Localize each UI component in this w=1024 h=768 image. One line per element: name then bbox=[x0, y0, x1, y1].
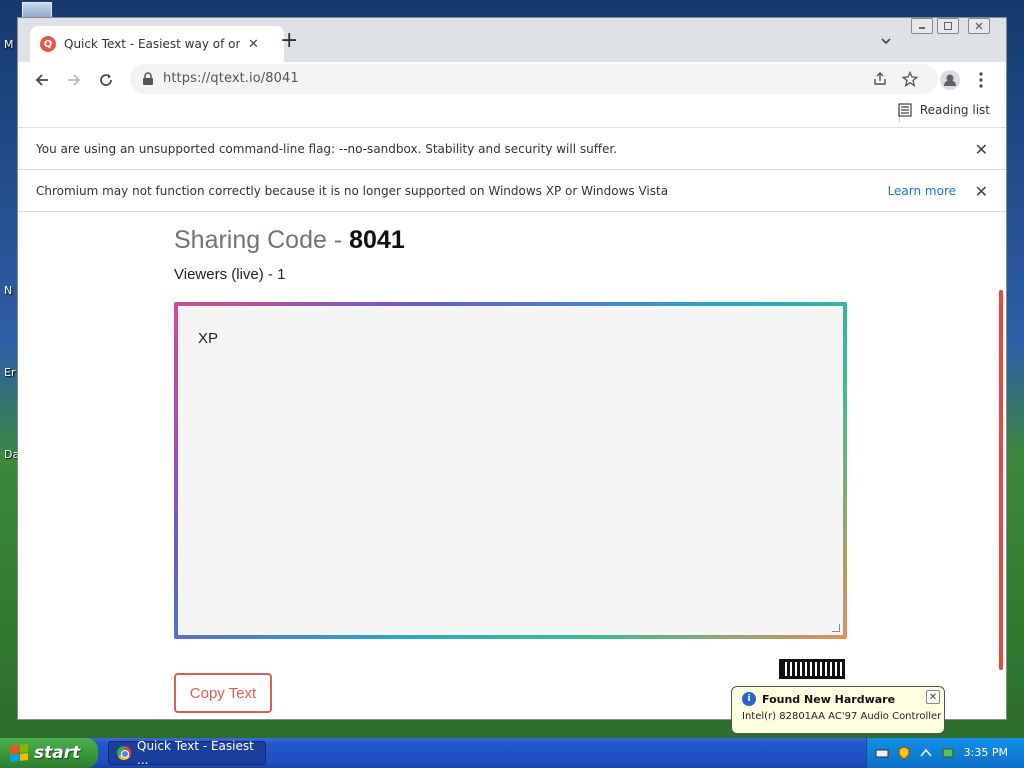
reload-icon bbox=[100, 74, 112, 86]
restore-button[interactable] bbox=[937, 18, 959, 34]
page-scrollbar[interactable] bbox=[999, 290, 1003, 670]
quick-text-favicon-icon: Q bbox=[40, 36, 56, 52]
tab-strip: Q Quick Text - Easiest way of online tex… bbox=[18, 18, 1006, 62]
infobar-xp-close-icon[interactable]: ✕ bbox=[975, 182, 988, 201]
network-icon[interactable] bbox=[919, 746, 933, 760]
minimize-icon bbox=[919, 27, 925, 29]
back-button[interactable] bbox=[30, 68, 54, 92]
reading-list-icon bbox=[898, 103, 912, 117]
windows-flag-icon bbox=[10, 744, 28, 762]
sharing-code-label: Sharing Code - bbox=[174, 226, 350, 254]
editor-text: XP bbox=[198, 330, 219, 347]
tab-close-icon[interactable]: ✕ bbox=[248, 37, 259, 52]
infobar-xp-text: Chromium may not function correctly beca… bbox=[36, 183, 669, 198]
desktop-label-1[interactable]: M bbox=[4, 38, 14, 51]
sharing-code-value: 8041 bbox=[349, 226, 405, 254]
balloon-close-icon[interactable]: ✕ bbox=[926, 690, 940, 704]
browser-toolbar: https://qtext.io/8041 bbox=[18, 62, 1006, 98]
system-tray: 3:35 PM bbox=[866, 738, 1024, 768]
taskbar-item-label: Quick Text - Easiest ... bbox=[137, 739, 254, 767]
share-icon[interactable] bbox=[872, 71, 888, 87]
taskbar-clock[interactable]: 3:35 PM bbox=[964, 746, 1008, 759]
reading-list-button[interactable]: Reading list bbox=[898, 103, 990, 117]
hardware-icon[interactable] bbox=[941, 746, 955, 760]
qr-code-icon[interactable] bbox=[779, 659, 845, 679]
taskbar: start Quick Text - Easiest ... 3:35 PM bbox=[0, 738, 1024, 768]
tab-title: Quick Text - Easiest way of online text … bbox=[64, 37, 240, 51]
desktop-label-3[interactable]: Er bbox=[4, 366, 15, 379]
security-shield-icon[interactable] bbox=[897, 746, 911, 760]
keyboard-icon[interactable] bbox=[875, 746, 889, 760]
restore-icon bbox=[944, 22, 952, 30]
new-tab-button[interactable]: + bbox=[280, 30, 298, 52]
info-icon: i bbox=[742, 692, 756, 706]
bookmark-star-icon[interactable] bbox=[902, 71, 918, 87]
balloon-title: Found New Hardware bbox=[762, 692, 896, 706]
text-editor[interactable]: XP bbox=[178, 306, 843, 635]
menu-kebab-icon[interactable] bbox=[978, 72, 984, 88]
balloon-text: Intel(r) 82801AA AC'97 Audio Controller bbox=[742, 711, 942, 722]
address-bar[interactable]: https://qtext.io/8041 bbox=[130, 64, 938, 94]
lock-icon bbox=[143, 72, 153, 85]
desktop-label-2[interactable]: N bbox=[4, 284, 12, 297]
tab-search-chevron-down-icon[interactable] bbox=[880, 35, 892, 47]
profile-avatar-icon[interactable] bbox=[940, 70, 960, 90]
forward-arrow-icon bbox=[68, 74, 81, 86]
start-button[interactable]: start bbox=[0, 738, 98, 768]
page-content: Sharing Code - 8041 Viewers (live) - 1 X… bbox=[18, 212, 1006, 719]
minimize-button[interactable] bbox=[911, 18, 933, 34]
copy-text-button[interactable]: Copy Text bbox=[174, 673, 272, 713]
close-window-button[interactable] bbox=[968, 18, 990, 34]
infobar-sandbox-close-icon[interactable]: ✕ bbox=[975, 140, 988, 159]
resize-handle-icon[interactable] bbox=[832, 624, 840, 632]
infobar-sandbox-warning: You are using an unsupported command-lin… bbox=[18, 128, 1006, 170]
taskbar-item-quick-text[interactable]: Quick Text - Easiest ... bbox=[108, 739, 266, 767]
tab-quick-text[interactable]: Q Quick Text - Easiest way of online tex… bbox=[30, 26, 284, 62]
reading-list-label: Reading list bbox=[919, 103, 990, 117]
learn-more-link[interactable]: Learn more bbox=[888, 184, 956, 198]
found-new-hardware-balloon[interactable]: i Found New Hardware Intel(r) 82801AA AC… bbox=[731, 686, 945, 734]
chromium-icon bbox=[117, 746, 131, 760]
infobar-sandbox-text: You are using an unsupported command-lin… bbox=[36, 141, 618, 156]
bookmarks-bar: Reading list bbox=[18, 98, 1006, 128]
sharing-code-heading: Sharing Code - 8041 bbox=[174, 226, 405, 255]
forward-button[interactable] bbox=[62, 68, 86, 92]
text-editor-frame: XP bbox=[174, 302, 847, 639]
infobar-xp-warning: Chromium may not function correctly beca… bbox=[18, 170, 1006, 212]
url-text: https://qtext.io/8041 bbox=[163, 71, 299, 86]
browser-window: Q Quick Text - Easiest way of online tex… bbox=[17, 17, 1007, 720]
start-label: start bbox=[34, 743, 81, 763]
reload-button[interactable] bbox=[94, 68, 118, 92]
close-window-icon bbox=[975, 22, 983, 30]
balloon-title-row: i Found New Hardware bbox=[742, 692, 934, 706]
back-arrow-icon bbox=[35, 74, 48, 86]
viewers-count: Viewers (live) - 1 bbox=[174, 266, 286, 283]
